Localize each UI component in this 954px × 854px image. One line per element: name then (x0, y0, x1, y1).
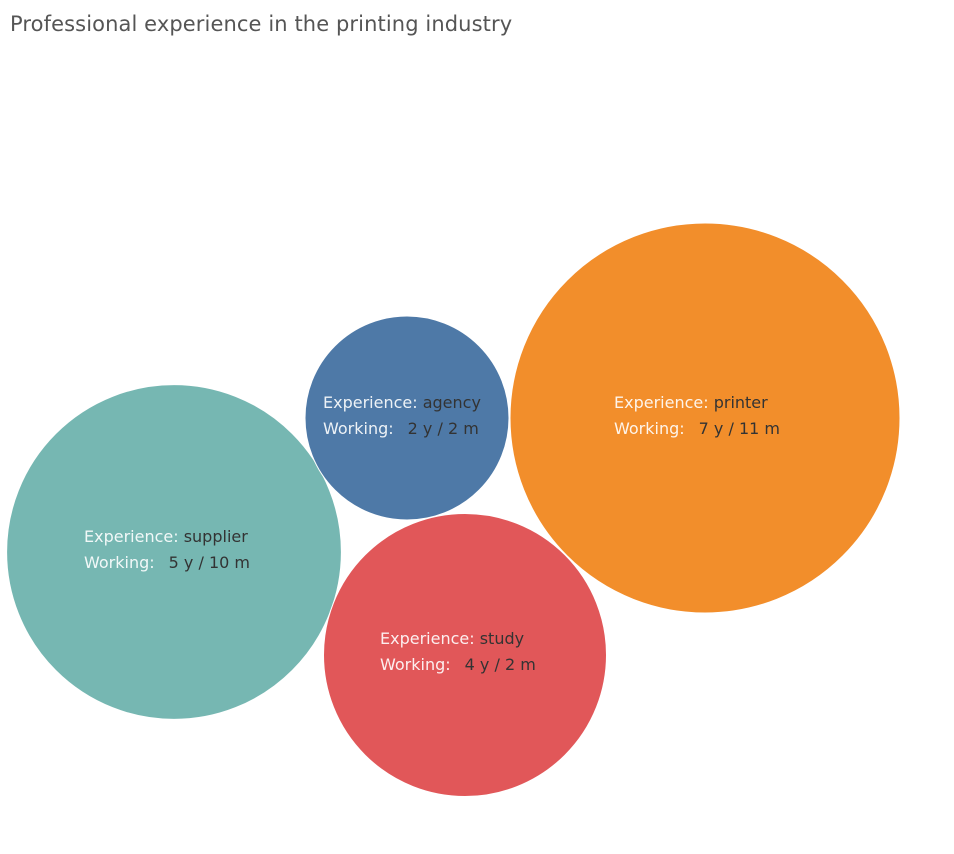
bubble-label-experience: Experience: agency (323, 393, 481, 412)
bubble-agency[interactable]: Experience: agency Working: 2 y / 2 m (304, 315, 510, 521)
experience-key: Experience: (323, 393, 423, 412)
working-key: Working: (84, 553, 155, 572)
working-key: Working: (614, 419, 685, 438)
bubble-supplier[interactable]: Experience: supplier Working: 5 y / 10 m (6, 384, 342, 720)
bubble-label-experience: Experience: study (380, 629, 524, 648)
experience-value: agency (423, 393, 481, 412)
experience-value: supplier (184, 527, 249, 546)
experience-key: Experience: (614, 393, 714, 412)
bubble-chart: Experience: printerWorking: 7 y / 11 mExp… (6, 222, 901, 797)
working-value: 5 y / 10 m (169, 553, 250, 572)
bubble-label-experience: Experience: supplier (84, 527, 248, 546)
bubble-circle-agency[interactable] (304, 315, 510, 521)
experience-key: Experience: (84, 527, 184, 546)
bubble-printer[interactable]: Experience: printer Working: 7 y / 11 m (509, 222, 901, 614)
bubble-circle-printer[interactable] (509, 222, 901, 614)
bubble-label-experience: Experience: printer (614, 393, 768, 412)
bubble-study[interactable]: Experience: study Working: 4 y / 2 m (323, 513, 607, 797)
bubble-circle-supplier[interactable] (6, 384, 342, 720)
experience-value: study (480, 629, 524, 648)
working-value: 2 y / 2 m (408, 419, 479, 438)
working-value: 4 y / 2 m (465, 655, 536, 674)
experience-value: printer (714, 393, 768, 412)
working-value: 7 y / 11 m (699, 419, 780, 438)
experience-key: Experience: (380, 629, 480, 648)
working-key: Working: (380, 655, 451, 674)
working-key: Working: (323, 419, 394, 438)
